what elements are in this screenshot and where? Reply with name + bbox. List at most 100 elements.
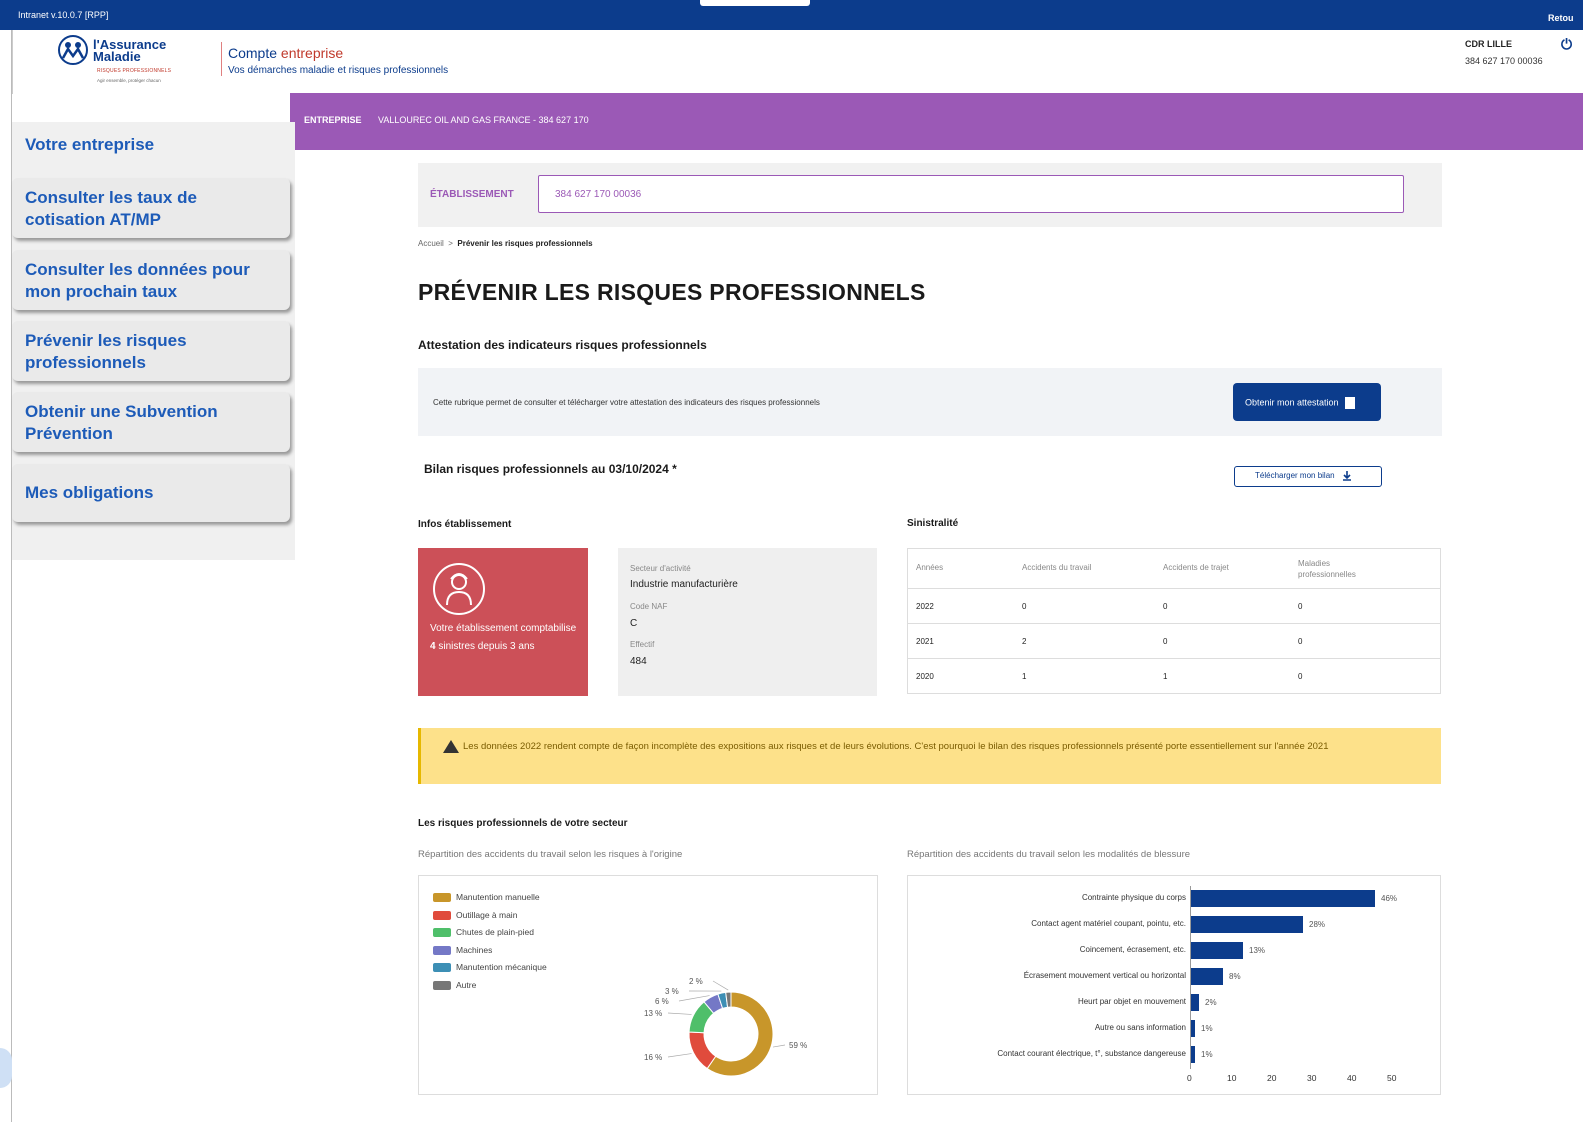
bar <box>1191 942 1243 959</box>
caisse-number: 384 627 170 00036 <box>1465 56 1543 66</box>
logout-icon[interactable]: ⏻ <box>1561 36 1579 54</box>
bar-value-label: 13% <box>1249 946 1266 955</box>
effectif-label: Effectif <box>630 640 655 649</box>
secteur-label: Secteur d'activité <box>630 564 691 573</box>
breadcrumb-home[interactable]: Accueil <box>418 239 444 248</box>
donut-value-label: 59 % <box>789 1041 807 1050</box>
etablissement-label: ÉTABLISSEMENT <box>430 189 514 200</box>
attestation-box: Cette rubrique permet de consulter et té… <box>418 368 1442 436</box>
bar-category-label: Coincement, écrasement, etc. <box>1079 945 1186 954</box>
donut-value-label: 6 % <box>655 997 669 1006</box>
risques-heading: Les risques professionnels de votre sect… <box>418 818 628 829</box>
donut-leader-line <box>772 1044 786 1048</box>
bar <box>1191 968 1223 985</box>
top-bar: Intranet v.10.0.7 [RPP] Retou <box>0 0 1583 30</box>
top-tab <box>700 0 810 6</box>
telecharger-bilan-button[interactable]: Télécharger mon bilan <box>1234 466 1382 487</box>
bar-chart: Contrainte physique du corps 46% Contact a… <box>908 876 1442 1096</box>
return-link[interactable]: Retou <box>1548 13 1574 23</box>
bar-value-label: 2% <box>1205 998 1217 1007</box>
bar-value-label: 46% <box>1381 894 1398 903</box>
bar-value-label: 1% <box>1201 1024 1213 1033</box>
etablissement-selector: ÉTABLISSEMENT 384 627 170 00036 <box>418 163 1442 227</box>
version-label: Intranet v.10.0.7 [RPP] <box>18 10 109 20</box>
app-subtitle: Vos démarches maladie et risques profess… <box>228 65 449 76</box>
sidebar-item-donnees-taux[interactable]: Consulter les données pour mon prochain … <box>12 250 290 310</box>
bar <box>1191 1046 1195 1063</box>
obtenir-attestation-button[interactable]: Obtenir mon attestation <box>1233 383 1381 421</box>
banner-key: ENTREPRISE <box>304 115 362 125</box>
breadcrumb: Accueil > Prévenir les risques professio… <box>418 239 593 248</box>
x-tick-label: 50 <box>1387 1073 1397 1083</box>
sidebar-item-prevenir-risques[interactable]: Prévenir les risques professionnels <box>12 321 290 381</box>
assurance-maladie-logo[interactable]: l'Assurance Maladie RISQUES PROFESSIONNEL… <box>57 34 197 86</box>
bar-category-label: Contact courant électrique, t°, substanc… <box>997 1049 1186 1058</box>
edge-decoration <box>0 1048 12 1088</box>
attestation-heading: Attestation des indicateurs risques prof… <box>418 338 707 352</box>
bar-value-label: 8% <box>1229 972 1241 981</box>
bar-value-label: 1% <box>1201 1050 1213 1059</box>
sidebar-item-taux-cotisation[interactable]: Consulter les taux de cotisation AT/MP <box>12 178 290 238</box>
warning-text: Les données 2022 rendent compte de façon… <box>463 741 1329 752</box>
donut-leader-line <box>667 1053 692 1058</box>
sidebar-item-subvention[interactable]: Obtenir une Subvention Prévention <box>12 392 290 452</box>
sinistralite-heading: Sinistralité <box>907 518 959 529</box>
logo-text: l'Assurance Maladie <box>93 37 167 64</box>
sinistres-text: Votre établissement comptabilise 4 sinis… <box>430 623 577 652</box>
breadcrumb-current: Prévenir les risques professionnels <box>457 239 593 248</box>
naf-value: C <box>630 618 638 629</box>
logo-subtext: RISQUES PROFESSIONNELS <box>97 68 172 74</box>
header: l'Assurance Maladie RISQUES PROFESSIONNEL… <box>12 30 1583 94</box>
x-tick-label: 0 <box>1187 1073 1192 1083</box>
sidebar-item-obligations[interactable]: Mes obligations <box>12 464 290 522</box>
people-logo-icon <box>58 35 88 65</box>
donut-leader-line <box>678 995 710 1002</box>
effectif-value: 484 <box>630 656 647 667</box>
x-tick-label: 30 <box>1307 1073 1317 1083</box>
table-row: 2020 1 1 0 <box>916 672 1303 681</box>
bar-category-label: Contact agent matériel coupant, pointu, … <box>1031 919 1186 928</box>
banner-value: VALLOUREC OIL AND GAS FRANCE - 384 627 1… <box>378 115 589 125</box>
warning-banner: Les données 2022 rendent compte de façon… <box>418 728 1441 784</box>
bilan-heading: Bilan risques professionnels au 03/10/20… <box>424 462 677 476</box>
x-tick-label: 40 <box>1347 1073 1357 1083</box>
sinistres-card: Votre établissement comptabilise 4 sinis… <box>418 548 588 696</box>
header-divider <box>221 42 222 76</box>
donut-chart: 59 % 16 % 13 % 6 %3 % 2 % <box>644 977 807 1077</box>
etablissement-info-card: Secteur d'activité Industrie manufacturi… <box>618 548 877 696</box>
naf-label: Code NAF <box>630 602 668 611</box>
donut-value-label: 16 % <box>644 1053 662 1062</box>
warning-icon <box>443 739 459 753</box>
table-row: 2022 0 0 0 <box>908 589 1440 624</box>
bar-value-label: 28% <box>1309 920 1326 929</box>
left-edge <box>0 30 12 1122</box>
bar <box>1191 1020 1195 1037</box>
bar-category-label: Autre ou sans information <box>1094 1023 1186 1032</box>
bar-category-label: Écrasement mouvement vertical ou horizon… <box>1023 971 1186 980</box>
worker-icon <box>433 563 485 615</box>
download-icon <box>1342 471 1351 481</box>
sidebar-item-votre-entreprise[interactable]: Votre entreprise <box>12 122 295 174</box>
bar-subtitle: Répartition des accidents du travail sel… <box>907 849 1191 860</box>
company-banner: ENTREPRISE VALLOUREC OIL AND GAS FRANCE … <box>290 93 1583 150</box>
page-title: PRÉVENIR LES RISQUES PROFESSIONNELS <box>418 279 926 305</box>
caisse-name: CDR LILLE <box>1465 39 1512 49</box>
donut-value-label: 3 % <box>665 987 679 996</box>
infos-heading: Infos établissement <box>418 519 512 530</box>
table-row: 2021 2 0 0 <box>908 624 1440 659</box>
attestation-text: Cette rubrique permet de consulter et té… <box>433 398 820 407</box>
donut-subtitle: Répartition des accidents du travail sel… <box>418 849 683 860</box>
document-icon <box>1344 397 1355 409</box>
donut-leader-line <box>667 1012 692 1015</box>
table-header: Années Accidents du travail Accidents de… <box>908 549 1440 589</box>
donut-chart-panel: Manutention manuelle Outillage à main Chut… <box>418 875 878 1095</box>
donut-leader-line <box>712 980 729 991</box>
bar <box>1191 994 1199 1011</box>
bar-category-label: Contrainte physique du corps <box>1081 893 1186 902</box>
etablissement-input[interactable]: 384 627 170 00036 <box>538 175 1404 213</box>
x-tick-label: 20 <box>1267 1073 1277 1083</box>
bar-category-label: Heurt par objet en mouvement <box>1077 997 1186 1006</box>
logo-tagline: Agir ensemble, protéger chacun <box>97 78 161 83</box>
donut-value-label: 13 % <box>644 1009 662 1018</box>
x-tick-label: 10 <box>1227 1073 1237 1083</box>
